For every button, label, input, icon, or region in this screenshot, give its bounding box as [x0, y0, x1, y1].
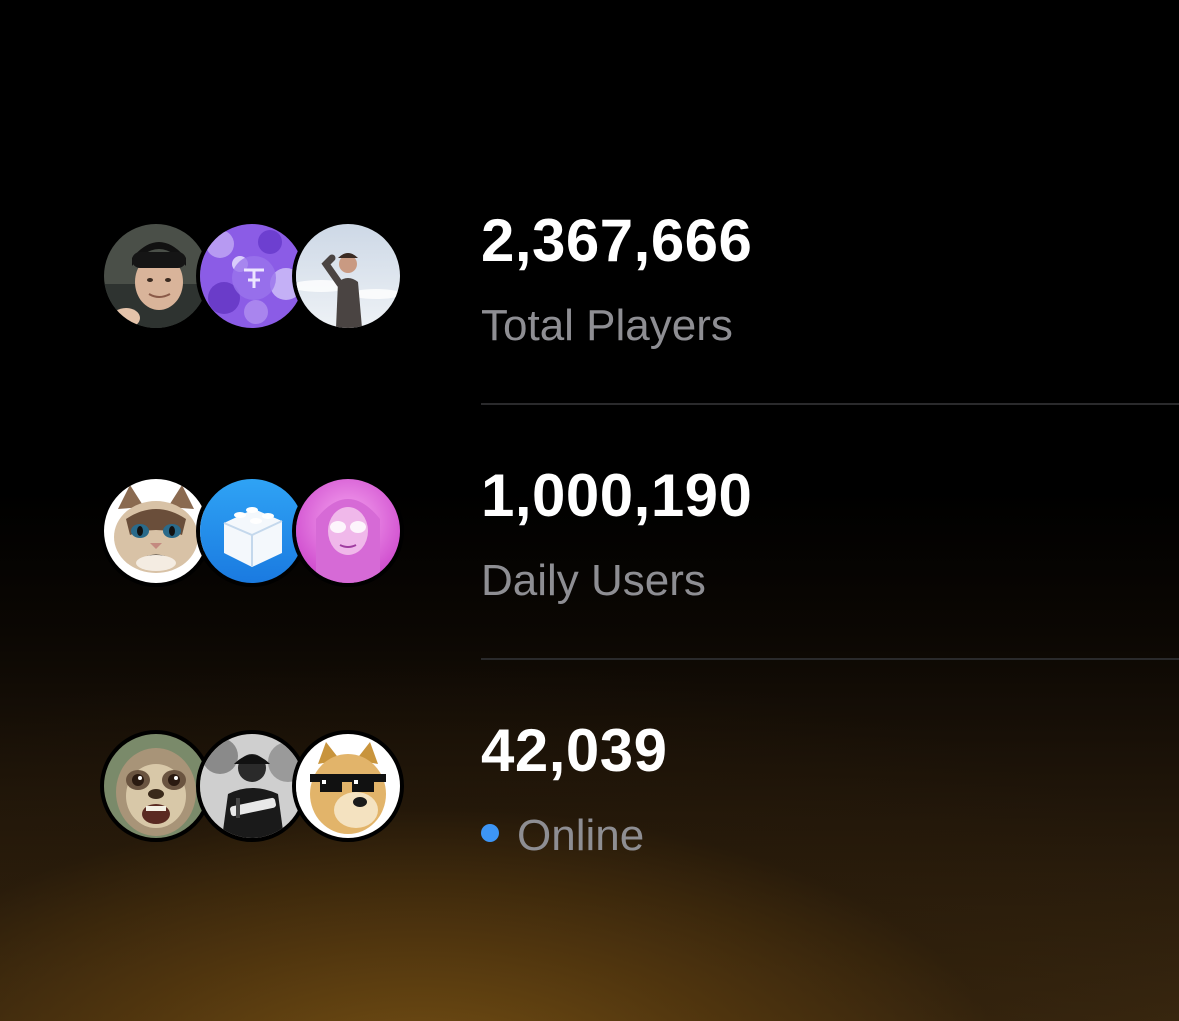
- online-value: 42,039: [481, 717, 668, 784]
- total-players-value: 2,367,666: [481, 207, 753, 274]
- total-players-label: Total Players: [481, 301, 733, 350]
- online-status-dot: [481, 824, 499, 842]
- daily-users-label: Daily Users: [481, 556, 706, 605]
- pink-woman-avatar: [292, 475, 404, 587]
- avatar-stack: [100, 220, 405, 332]
- doge-sunglasses-avatar: [292, 730, 404, 842]
- man-sky-avatar: [292, 220, 404, 332]
- online-label: Online: [517, 811, 645, 860]
- avatar-stack: [100, 475, 405, 587]
- daily-users-value: 1,000,190: [481, 462, 753, 529]
- divider: [481, 403, 1179, 405]
- divider: [481, 658, 1179, 660]
- avatar-stack: [100, 730, 405, 842]
